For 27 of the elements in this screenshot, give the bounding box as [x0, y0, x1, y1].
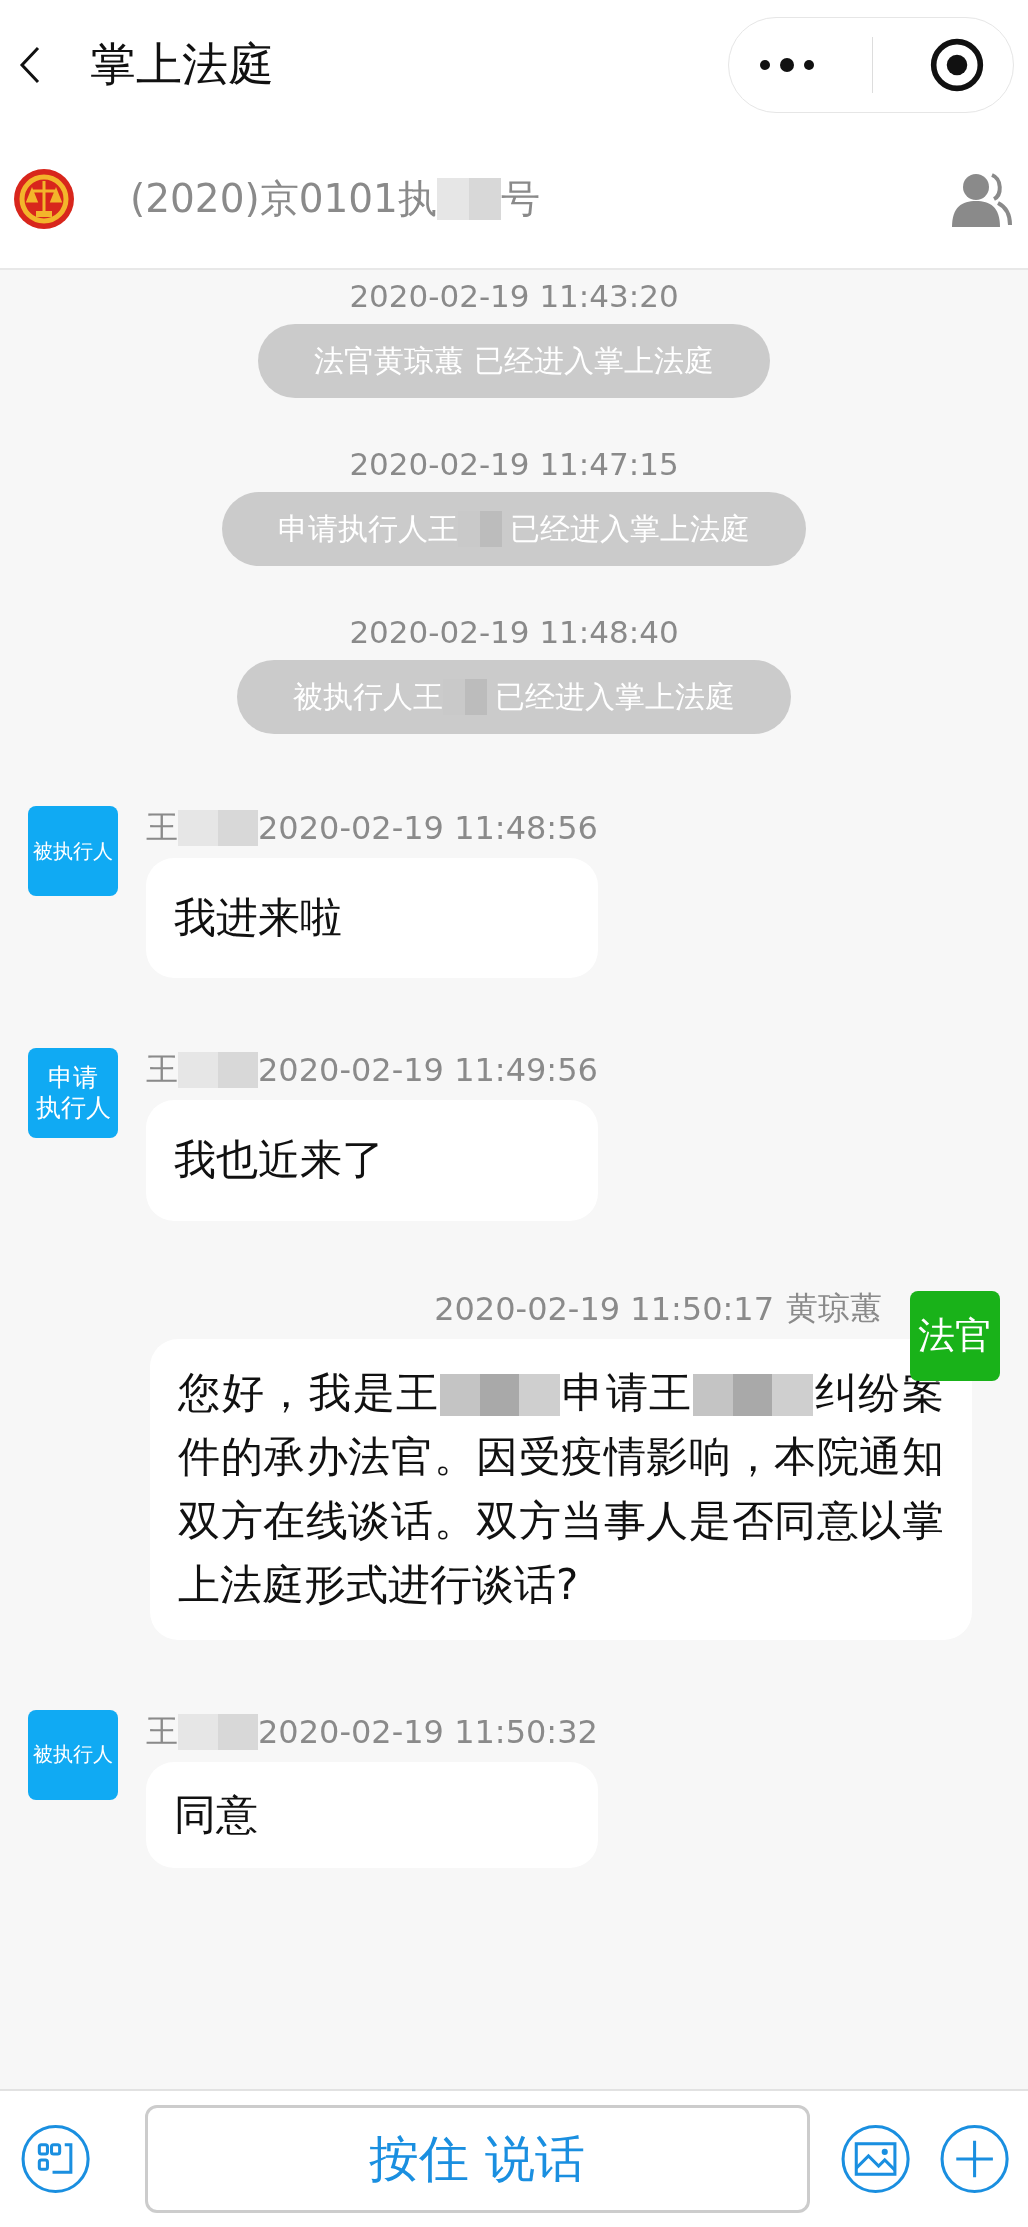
redaction-mark	[436, 178, 501, 220]
timestamp: 2020-02-19 11:43:20	[349, 278, 679, 314]
timestamp: 2020-02-19 11:48:56	[258, 809, 598, 847]
role-avatar: 申请 执行人	[28, 1048, 118, 1139]
keyboard-icon[interactable]	[20, 2123, 92, 2195]
message-bubble: 我也近来了	[146, 1100, 598, 1221]
timestamp: 2020-02-19 11:48:40	[349, 614, 679, 650]
message-bubble: 我进来啦	[146, 858, 598, 979]
sender-name: 王	[146, 807, 178, 848]
close-icon[interactable]	[929, 37, 986, 93]
image-icon[interactable]	[839, 2123, 911, 2195]
message-bubble: 同意	[146, 1761, 598, 1868]
sender-name: 王	[146, 1710, 178, 1752]
role-avatar: 被执行人	[28, 806, 118, 896]
timestamp: 2020-02-19 11:50:32	[258, 1712, 598, 1751]
role-avatar: 被执行人	[28, 1709, 118, 1800]
timestamp: 2020-02-19 11:50:17	[434, 1289, 774, 1328]
sender-name: 黄琼蕙	[786, 1287, 882, 1329]
plus-icon[interactable]	[938, 2123, 1010, 2195]
case-number: (2020)京0101执	[130, 175, 437, 223]
sender-name: 王	[146, 1049, 178, 1091]
timestamp: 2020-02-19 11:49:56	[258, 1051, 598, 1090]
case-number: 号	[500, 175, 540, 223]
timestamp: 2020-02-19 11:47:15	[349, 446, 679, 482]
back-icon[interactable]	[18, 45, 42, 85]
hold-to-talk-button[interactable]: 按住 说话	[145, 2105, 810, 2213]
page-title: 掌上法庭	[90, 36, 275, 93]
